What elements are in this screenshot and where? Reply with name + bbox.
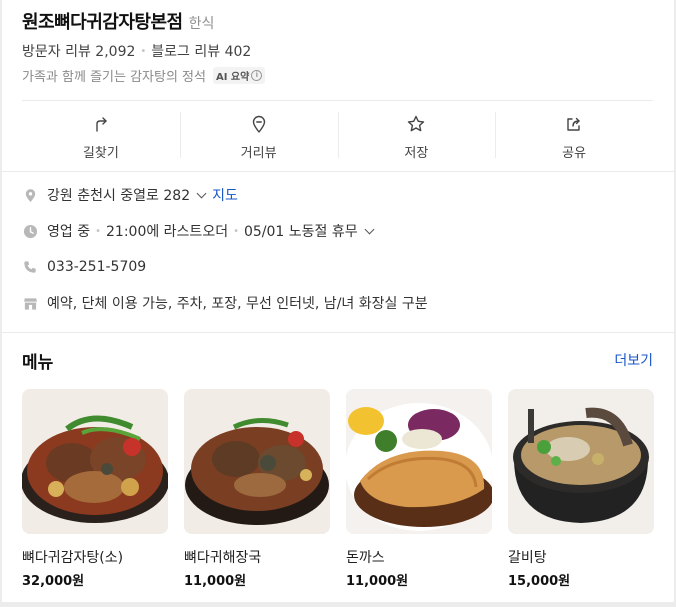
menu-item[interactable]: 돈까스 11,000원	[346, 389, 492, 589]
separator-dot: •	[95, 225, 101, 237]
place-header: 원조뼈다귀감자탕본점 한식 방문자 리뷰 2,092 • 블로그 리뷰 402 …	[22, 8, 662, 85]
save-button[interactable]: 저장	[337, 108, 496, 164]
menu-grid: 뼈다귀감자탕(소) 32,000원 뼈다귀해장국 11,000원 돈까스 11,…	[22, 389, 654, 589]
phone-row: 033-251-5709	[22, 258, 662, 276]
separator-dot: •	[140, 45, 147, 57]
place-info-list: 강원 춘천시 중열로 282 지도 영업 중 • 21:00에 라스트오더 • …	[22, 186, 662, 330]
directions-button[interactable]: 길찾기	[22, 108, 180, 164]
map-link[interactable]: 지도	[212, 185, 238, 205]
menu-item[interactable]: 갈비탕 15,000원	[508, 389, 654, 589]
place-name: 원조뼈다귀감자탕본점	[22, 12, 183, 33]
menu-photo-donkatsu	[346, 389, 492, 534]
menu-photo-gamjatang	[22, 389, 168, 534]
location-pin-icon	[22, 187, 38, 203]
menu-header: 메뉴 더보기	[22, 348, 653, 373]
menu-photo-galbitang	[508, 389, 654, 534]
menu-item-price: 11,000원	[184, 574, 247, 589]
directions-label: 길찾기	[82, 146, 119, 161]
ai-summary-badge[interactable]: AI 요약 i	[212, 66, 266, 84]
hours-expand-icon[interactable]	[364, 224, 375, 234]
bottom-divider	[2, 602, 674, 607]
menu-title: 메뉴	[22, 352, 54, 373]
title-row: 원조뼈다귀감자탕본점 한식	[22, 8, 662, 33]
clock-icon	[22, 223, 38, 239]
place-description: 가족과 함께 즐기는 감자탕의 정석	[22, 69, 206, 85]
review-counts: 방문자 리뷰 2,092 • 블로그 리뷰 402	[22, 42, 662, 60]
save-label: 저장	[404, 146, 429, 161]
description-row: 가족과 함께 즐기는 감자탕의 정석 AI 요약 i	[22, 66, 662, 85]
left-edge	[0, 0, 2, 607]
menu-item[interactable]: 뼈다귀감자탕(소) 32,000원	[22, 389, 168, 589]
separator-dot: •	[233, 225, 239, 237]
holiday-text: 05/01 노동절 휴무	[243, 224, 358, 240]
menu-item-price: 11,000원	[346, 574, 409, 589]
actions-divider	[2, 171, 674, 172]
phone-number[interactable]: 033-251-5709	[47, 259, 146, 275]
visitor-review-link[interactable]: 방문자 리뷰 2,092	[22, 41, 135, 61]
phone-icon	[22, 259, 38, 275]
address-row: 강원 춘천시 중열로 282 지도	[22, 186, 662, 204]
share-button[interactable]: 공유	[495, 108, 653, 164]
amenities-row: 예약, 단체 이용 가능, 주차, 포장, 무선 인터넷, 남/녀 화장실 구분	[22, 294, 662, 312]
hours-row: 영업 중 • 21:00에 라스트오더 • 05/01 노동절 휴무	[22, 222, 662, 240]
info-divider	[2, 332, 674, 333]
header-divider	[22, 100, 653, 101]
share-label: 공유	[562, 146, 587, 161]
directions-icon	[96, 117, 107, 132]
place-category: 한식	[188, 16, 215, 32]
action-bar: 길찾기 거리뷰 저장 공유	[22, 108, 653, 164]
amenities-text: 예약, 단체 이용 가능, 주차, 포장, 무선 인터넷, 남/녀 화장실 구분	[47, 296, 428, 312]
menu-item-name: 돈까스	[346, 550, 385, 566]
info-icon[interactable]: i	[251, 69, 263, 81]
menu-photo-haejangguk	[184, 389, 330, 534]
address-text: 강원 춘천시 중열로 282	[47, 188, 191, 204]
street-view-icon	[252, 115, 265, 133]
share-icon	[567, 117, 580, 131]
menu-item-name: 갈비탕	[508, 550, 547, 566]
menu-item-name: 뼈다귀감자탕(소)	[22, 550, 124, 566]
menu-more-link[interactable]: 더보기	[614, 350, 653, 370]
last-order-text: 21:00에 라스트오더	[106, 224, 229, 240]
street-view-button[interactable]: 거리뷰	[179, 108, 338, 164]
street-view-label: 거리뷰	[240, 146, 277, 161]
menu-item[interactable]: 뼈다귀해장국 11,000원	[184, 389, 330, 589]
chevron-down-icon[interactable]	[196, 188, 207, 198]
star-icon	[408, 115, 425, 132]
open-status: 영업 중	[47, 224, 91, 240]
menu-section: 메뉴 더보기 뼈다귀감자탕(소) 32,000원 뼈다귀해장국 11,000원 …	[22, 348, 654, 589]
menu-item-price: 15,000원	[508, 574, 571, 589]
store-icon	[22, 295, 38, 311]
blog-review-link[interactable]: 블로그 리뷰 402	[151, 41, 251, 61]
ai-summary-label: AI 요약	[215, 71, 250, 83]
menu-item-name: 뼈다귀해장국	[184, 550, 262, 566]
menu-item-price: 32,000원	[22, 574, 85, 589]
